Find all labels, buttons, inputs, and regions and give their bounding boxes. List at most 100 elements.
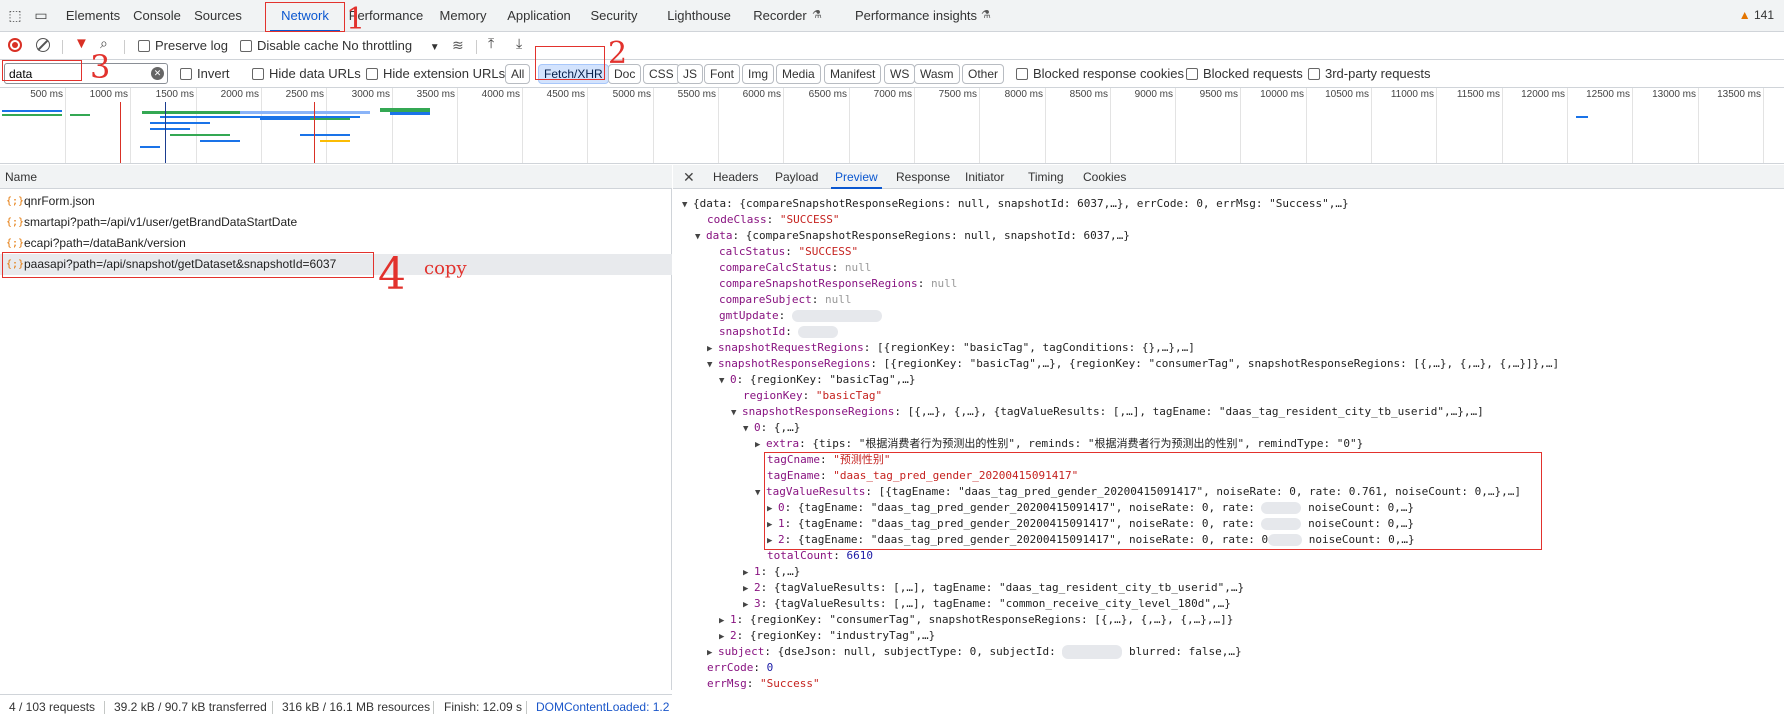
tab-cookies[interactable]: Cookies — [1083, 165, 1126, 189]
json-property: gmtUpdate: — [719, 308, 882, 324]
disable-cache-checkbox[interactable]: Disable cache — [240, 36, 339, 56]
json-root[interactable]: ▼ {data: {compareSnapshotResponseRegions:… — [682, 196, 1349, 212]
timeline-tick-label: 11500 ms — [1456, 89, 1500, 100]
type-filter-media[interactable]: Media — [776, 64, 821, 84]
divider — [62, 40, 63, 54]
divider — [272, 701, 273, 714]
tab-initiator[interactable]: Initiator — [965, 165, 1004, 189]
timeline-tick-label: 8000 ms — [1004, 89, 1043, 100]
timeline-gridline — [1371, 88, 1372, 163]
timeline-gridline — [1632, 88, 1633, 163]
timeline-gridline — [1698, 88, 1699, 163]
timeline-tick-label: 10500 ms — [1325, 89, 1369, 100]
json-property: totalCount: 6610 — [767, 549, 873, 562]
blocked-requests-checkbox[interactable]: Blocked requests — [1186, 64, 1303, 84]
json-property[interactable]: ▶ subject: {dseJson: null, subjectType: 0… — [707, 644, 1242, 660]
json-property[interactable]: ▶ extra: {tips: "根据消费者行为预测出的性别", reminds:… — [755, 436, 1363, 452]
json-property[interactable]: ▶ snapshotRequestRegions: [{regionKey: "b… — [707, 340, 1195, 356]
device-toolbar-icon[interactable]: ▭ — [32, 6, 50, 24]
json-property[interactable]: ▼ snapshotResponseRegions: [{,…}, {,…}, {… — [731, 404, 1484, 420]
tab-sources[interactable]: Sources — [190, 0, 246, 32]
flask-icon: ⚗ — [981, 9, 991, 21]
timeline-tick-label: 8500 ms — [1069, 89, 1108, 100]
waterfall-bar — [310, 118, 350, 120]
clear-icon[interactable] — [36, 38, 50, 52]
filter-bar: ✕ Invert Hide data URLs Hide extension U… — [0, 60, 1784, 88]
timeline-gridline — [849, 88, 850, 163]
network-toolbar: ▼ ⌕ Preserve log Disable cache No thrott… — [0, 32, 1784, 60]
hide-data-urls-checkbox[interactable]: Hide data URLs — [252, 64, 361, 84]
tab-security[interactable]: Security — [588, 0, 640, 32]
tab-lighthouse[interactable]: Lighthouse — [664, 0, 734, 32]
tab-payload[interactable]: Payload — [775, 165, 818, 189]
json-property[interactable]: ▼ data: {compareSnapshotResponseRegions: … — [695, 228, 1130, 244]
timeline-gridline — [196, 88, 197, 163]
expanded-triangle-icon: ▼ — [695, 232, 701, 242]
collapsed-triangle-icon: ▶ — [743, 568, 749, 578]
tab-elements[interactable]: Elements — [64, 0, 122, 32]
tab-recorder[interactable]: Recorder — [748, 0, 812, 32]
load-event-marker — [120, 102, 121, 163]
timeline-gridline — [587, 88, 588, 163]
type-filter-other[interactable]: Other — [962, 64, 1005, 84]
type-filter-wasm[interactable]: Wasm — [914, 64, 960, 84]
json-property[interactable]: ▼ snapshotResponseRegions: [{regionKey: "… — [707, 356, 1559, 372]
name-column-header[interactable]: Name — [0, 165, 672, 189]
third-party-requests-checkbox[interactable]: 3rd-party requests — [1308, 64, 1431, 84]
waterfall-bar — [150, 122, 210, 124]
request-row[interactable]: {;} qnrForm.json — [0, 191, 672, 212]
preserve-log-checkbox[interactable]: Preserve log — [138, 36, 228, 56]
invert-checkbox[interactable]: Invert — [180, 64, 230, 84]
tab-performance-insights[interactable]: Performance insights — [848, 0, 984, 32]
type-filter-manifest[interactable]: Manifest — [824, 64, 882, 84]
expanded-triangle-icon: ▼ — [707, 360, 713, 370]
json-property[interactable]: ▼ 0: {regionKey: "basicTag",…} — [719, 372, 915, 388]
type-filter-js[interactable]: JS — [677, 64, 704, 84]
tab-headers[interactable]: Headers — [713, 165, 758, 189]
warning-counter[interactable]: ▲ 141 — [1739, 8, 1774, 22]
json-property[interactable]: ▶ 3: {tagValueResults: [,…], tagEname: "c… — [743, 596, 1231, 612]
network-overview-timeline[interactable]: 500 ms 1000 ms 1500 ms 2000 ms 2500 ms 3000 m… — [0, 88, 1784, 164]
tab-timing[interactable]: Timing — [1028, 165, 1064, 189]
type-filter-css[interactable]: CSS — [643, 64, 680, 84]
json-property[interactable]: ▼ 0: {,…} — [743, 420, 800, 436]
waterfall-bar — [170, 134, 230, 136]
json-property[interactable]: ▶ 2: {regionKey: "industryTag",…} — [719, 628, 935, 644]
export-har-icon[interactable]: ⤓ — [516, 35, 522, 52]
expanded-triangle-icon: ▼ — [731, 408, 737, 418]
json-property[interactable]: ▶ 2: {tagValueResults: [,…], tagEname: "d… — [743, 580, 1244, 596]
request-name: smartapi?path=/api/v1/user/getBrandDataS… — [24, 215, 298, 229]
tab-response[interactable]: Response — [896, 165, 950, 189]
annotation-box-fetch-xhr — [535, 46, 605, 80]
type-filter-img[interactable]: Img — [742, 64, 775, 84]
timeline-gridline — [457, 88, 458, 163]
json-property[interactable]: ▶ 1: {regionKey: "consumerTag", snapshotR… — [719, 612, 1233, 628]
resources-size: 316 kB / 16.1 MB resources — [282, 700, 431, 714]
tab-preview[interactable]: Preview — [831, 165, 882, 189]
record-icon[interactable] — [8, 38, 22, 52]
clear-filter-icon[interactable]: ✕ — [151, 67, 164, 80]
warning-count: 141 — [1753, 8, 1774, 22]
close-icon[interactable]: ✕ — [683, 169, 695, 186]
tab-application[interactable]: Application — [504, 0, 574, 32]
type-filter-ws[interactable]: WS — [884, 64, 916, 84]
request-row[interactable]: {;} ecapi?path=/dataBank/version — [0, 233, 672, 254]
xhr-icon: {;} — [6, 217, 25, 228]
type-filter-font[interactable]: Font — [704, 64, 741, 84]
throttling-select[interactable]: No throttling ▼ — [342, 36, 440, 56]
tab-console[interactable]: Console — [128, 0, 186, 32]
tab-memory[interactable]: Memory — [436, 0, 490, 32]
request-row[interactable]: {;} smartapi?path=/api/v1/user/getBrandDa… — [0, 212, 672, 233]
json-property[interactable]: ▶ 1: {,…} — [743, 564, 800, 580]
type-filter-all[interactable]: All — [505, 64, 531, 84]
waterfall-bar — [240, 111, 370, 114]
divider — [124, 40, 125, 54]
filter-icon[interactable]: ▼ — [74, 35, 89, 52]
import-har-icon[interactable]: ⤒ — [488, 35, 494, 52]
transferred-size: 39.2 kB / 90.7 kB transferred — [114, 700, 267, 714]
network-conditions-icon[interactable]: ≋ — [452, 37, 464, 54]
inspect-element-icon[interactable]: ⬚ — [6, 6, 24, 24]
blocked-response-cookies-checkbox[interactable]: Blocked response cookies — [1016, 64, 1184, 84]
hide-extension-urls-checkbox[interactable]: Hide extension URLs — [366, 64, 505, 84]
waterfall-bar — [2, 114, 62, 116]
